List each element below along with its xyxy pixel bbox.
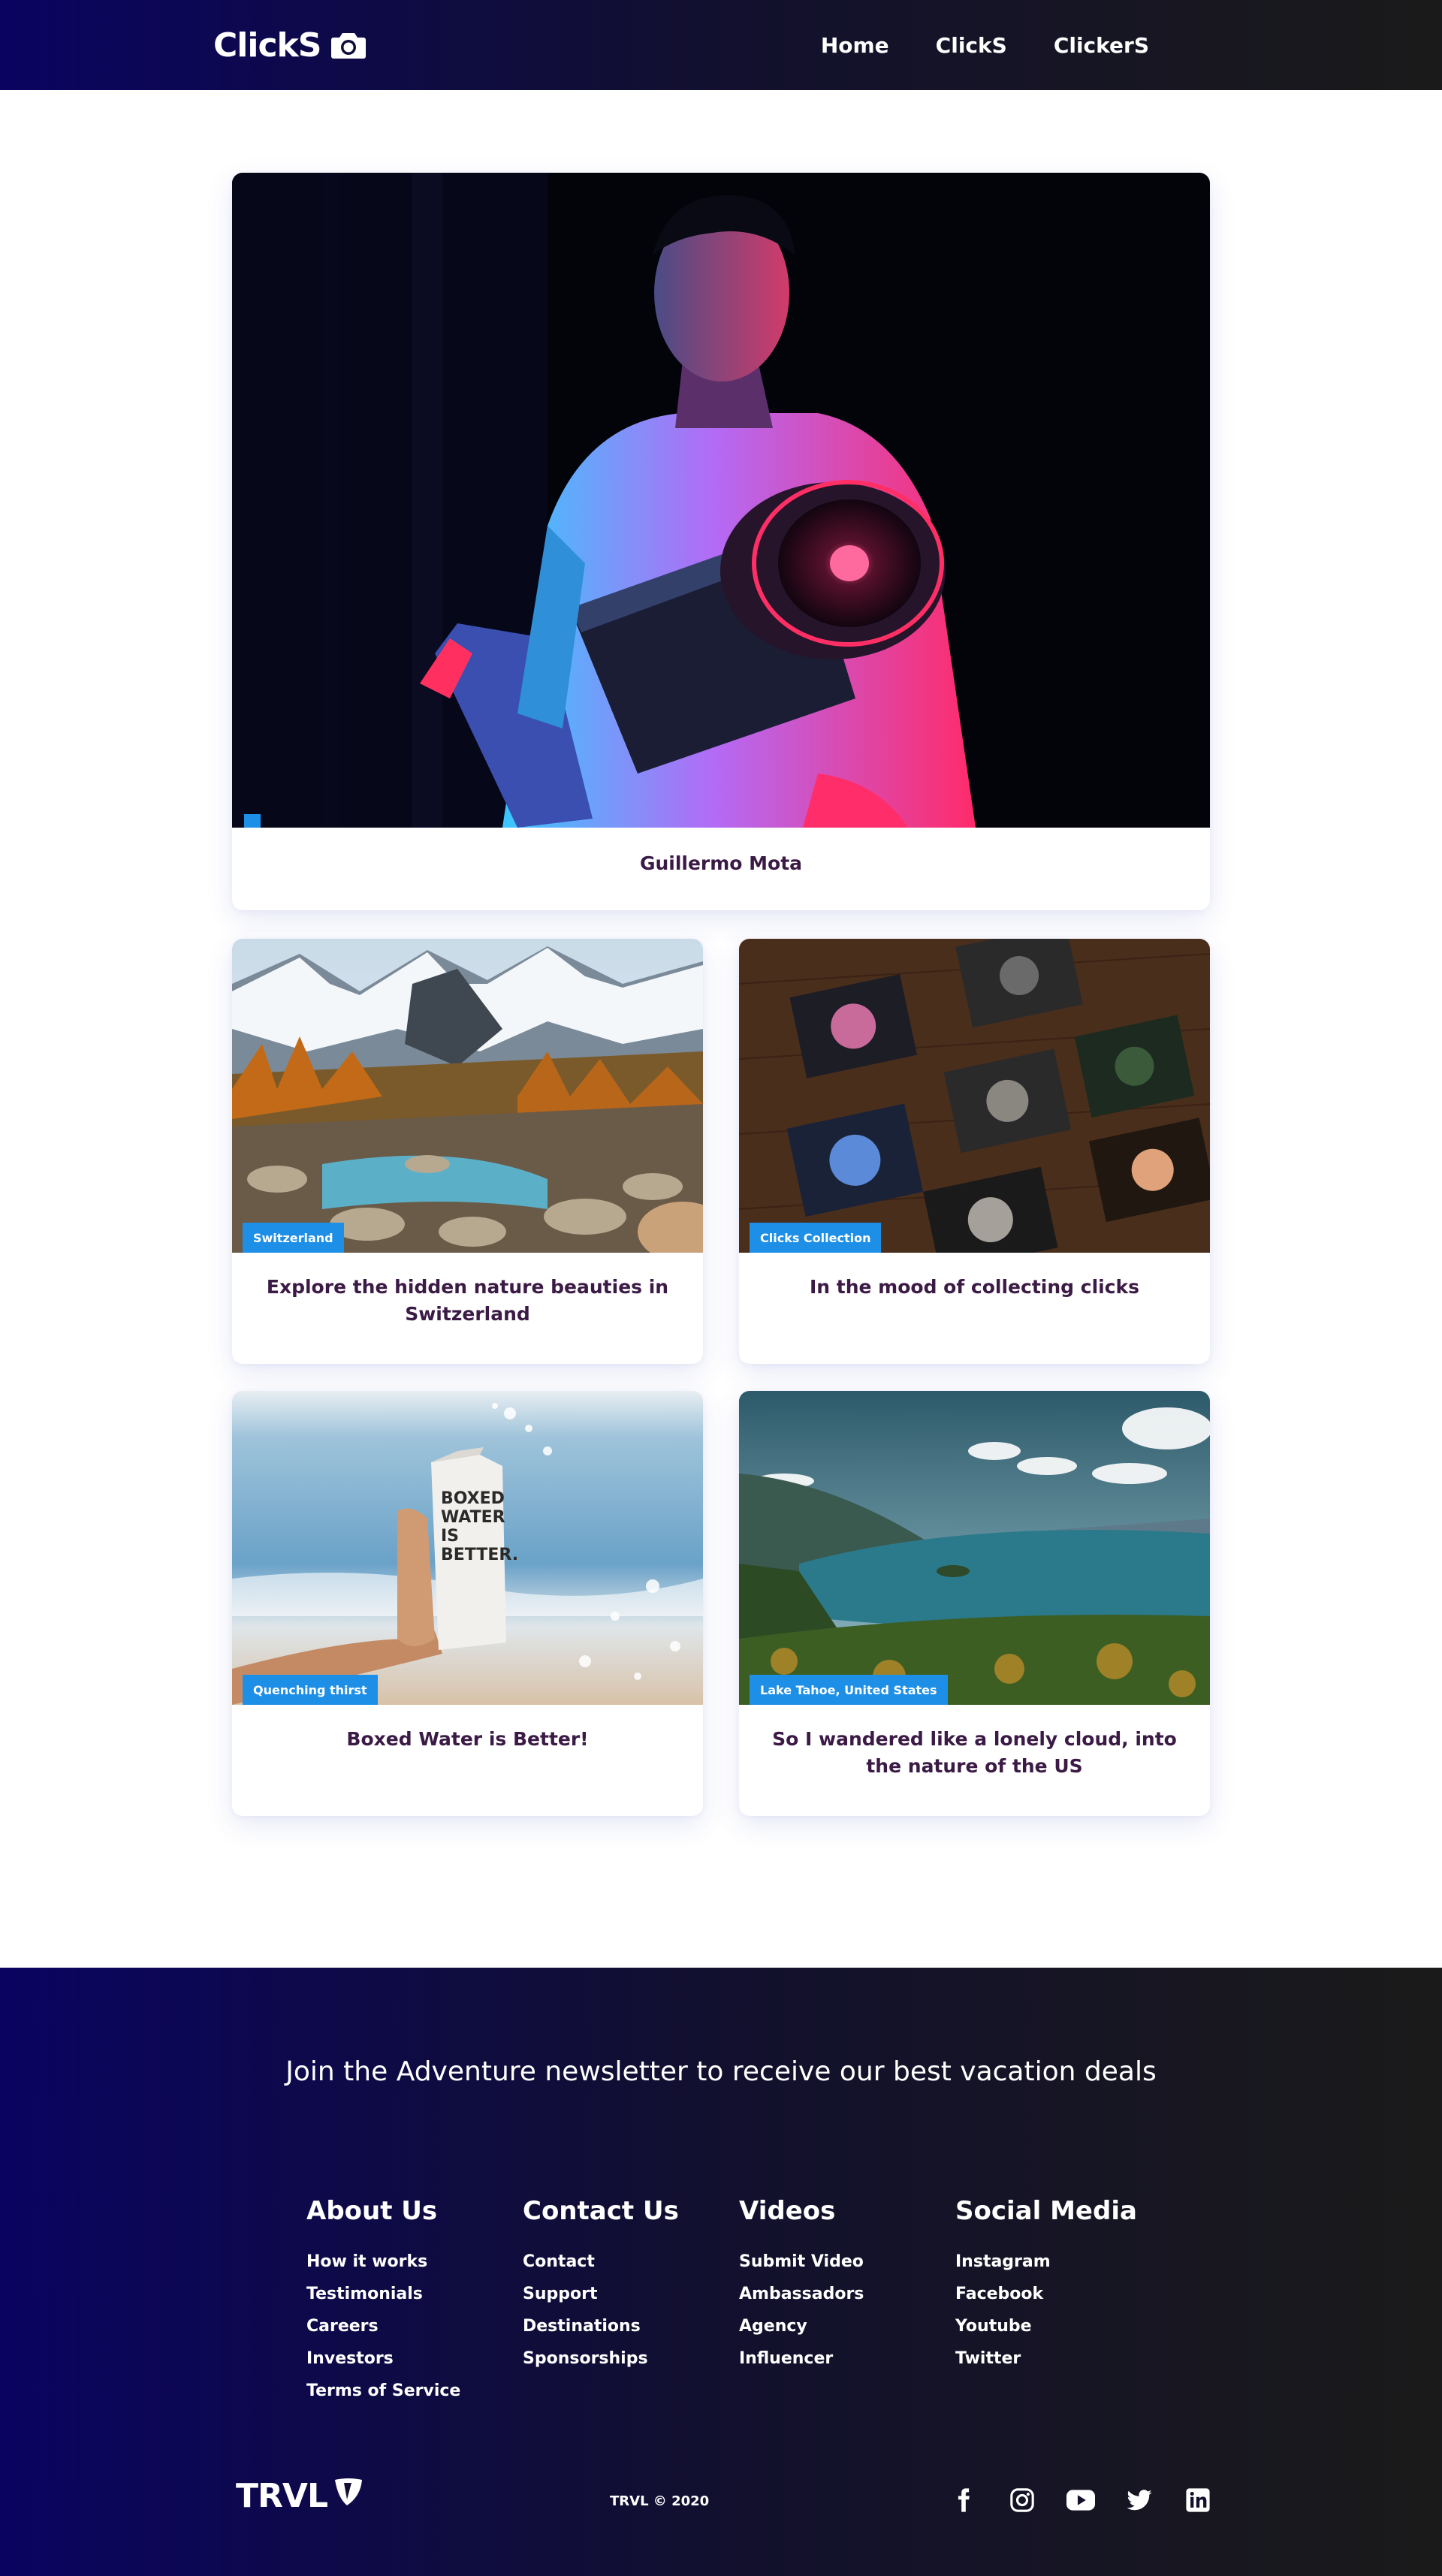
footer-link[interactable]: Careers: [306, 2310, 502, 2342]
footer-link[interactable]: How it works: [306, 2246, 502, 2278]
svg-text:BETTER.: BETTER.: [441, 1546, 518, 1564]
nav-clickers-link[interactable]: ClickerS: [1054, 33, 1149, 58]
twitter-icon[interactable]: [1125, 2486, 1154, 2514]
footer-link[interactable]: Contact: [523, 2246, 718, 2278]
card-tag: Lake Tahoe, United States: [750, 1675, 948, 1705]
clicks-collection-photo: Clicks Collection: [739, 939, 1210, 1253]
footer-logo[interactable]: TRVL: [236, 2475, 365, 2517]
facebook-icon[interactable]: [949, 2486, 978, 2514]
footer-column-social: Social Media Instagram Facebook Youtube …: [955, 2196, 1151, 2375]
footer-logo-text: TRVL: [236, 2477, 328, 2515]
footer-link[interactable]: Destinations: [523, 2310, 718, 2342]
card-lake-tahoe[interactable]: Lake Tahoe, United States So I wandered …: [739, 1391, 1210, 1816]
card-tag: Quenching thirst: [243, 1675, 378, 1705]
footer-link[interactable]: Facebook: [955, 2278, 1151, 2310]
navbar: ClickS Home ClickS ClickerS: [0, 0, 1442, 90]
camera-icon: [330, 30, 367, 60]
svg-text:IS: IS: [441, 1527, 459, 1546]
svg-text:WATER: WATER: [441, 1508, 505, 1527]
lake-tahoe-photo: Lake Tahoe, United States: [739, 1391, 1210, 1705]
image-indicator: [244, 814, 261, 828]
footer-link[interactable]: Support: [523, 2278, 718, 2310]
youtube-icon[interactable]: [1066, 2486, 1095, 2514]
copyright-text: TRVL © 2020: [610, 2493, 710, 2509]
brand-name: ClickS: [213, 26, 321, 65]
footer-column-about: About Us How it works Testimonials Caree…: [306, 2196, 502, 2407]
social-icons: [949, 2486, 1212, 2514]
footer-column-contact: Contact Us Contact Support Destinations …: [523, 2196, 718, 2375]
footer-heading: Contact Us: [523, 2196, 679, 2226]
footer-link[interactable]: Testimonials: [306, 2278, 502, 2310]
card-clicks-collection[interactable]: Clicks Collection In the mood of collect…: [739, 939, 1210, 1364]
footer-link[interactable]: Investors: [306, 2342, 502, 2375]
footer-link[interactable]: Submit Video: [739, 2246, 934, 2278]
footer-link[interactable]: Youtube: [955, 2310, 1151, 2342]
footer-link[interactable]: Terms of Service: [306, 2375, 502, 2407]
footer-link[interactable]: Sponsorships: [523, 2342, 718, 2375]
boxed-water-photo: BOXED WATER IS BETTER. Quenching thirst: [232, 1391, 703, 1705]
newsletter-heading: Join the Adventure newsletter to receive…: [285, 2056, 1157, 2087]
logo-mark-icon: [332, 2475, 365, 2517]
footer-link[interactable]: Agency: [739, 2310, 934, 2342]
card-title[interactable]: Boxed Water is Better!: [262, 1726, 673, 1753]
footer-heading: About Us: [306, 2196, 438, 2226]
card-tag: Switzerland: [243, 1223, 344, 1253]
hero-photo: [232, 173, 1210, 828]
hero-card[interactable]: Guillermo Mota: [232, 173, 1210, 910]
footer-heading: Social Media: [955, 2196, 1137, 2226]
card-switzerland[interactable]: Switzerland Explore the hidden nature be…: [232, 939, 703, 1364]
footer-link[interactable]: Ambassadors: [739, 2278, 934, 2310]
card-title[interactable]: Explore the hidden nature beauties in Sw…: [262, 1274, 673, 1328]
instagram-icon[interactable]: [1008, 2486, 1036, 2514]
switzerland-photo: Switzerland: [232, 939, 703, 1253]
main-nav: Home ClickS ClickerS: [821, 0, 1149, 90]
nav-home-link[interactable]: Home: [821, 33, 889, 58]
footer-column-videos: Videos Submit Video Ambassadors Agency I…: [739, 2196, 934, 2375]
footer: Join the Adventure newsletter to receive…: [0, 1968, 1442, 2576]
card-title[interactable]: So I wandered like a lonely cloud, into …: [769, 1726, 1180, 1780]
card-tag: Clicks Collection: [750, 1223, 882, 1253]
nav-clicks-link[interactable]: ClickS: [936, 33, 1007, 58]
card-title[interactable]: In the mood of collecting clicks: [769, 1274, 1180, 1301]
svg-text:BOXED: BOXED: [441, 1489, 505, 1508]
brand-logo[interactable]: ClickS: [213, 23, 367, 68]
card-boxed-water[interactable]: BOXED WATER IS BETTER. Quenching thirst …: [232, 1391, 703, 1816]
linkedin-icon[interactable]: [1184, 2486, 1212, 2514]
footer-link[interactable]: Twitter: [955, 2342, 1151, 2375]
hero-title[interactable]: Guillermo Mota: [262, 850, 1180, 877]
footer-heading: Videos: [739, 2196, 836, 2226]
footer-link[interactable]: Instagram: [955, 2246, 1151, 2278]
footer-link[interactable]: Influencer: [739, 2342, 934, 2375]
